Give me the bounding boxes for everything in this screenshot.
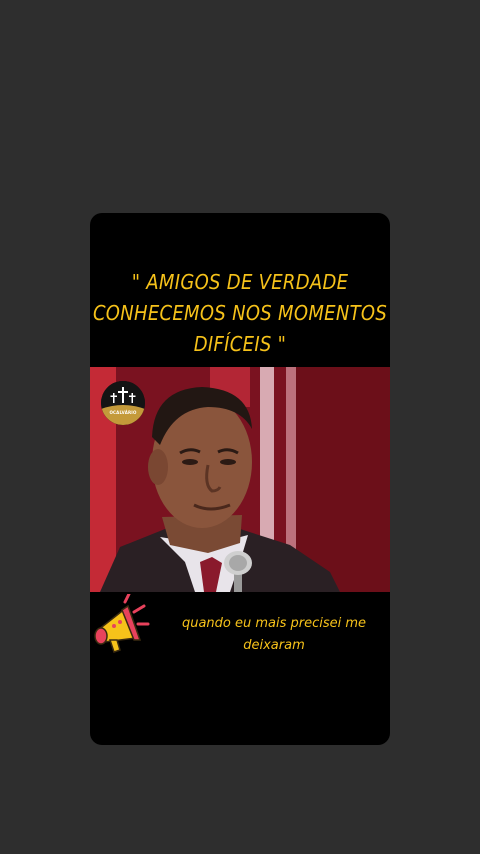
story-viewer: " AMIGOS DE VERDADE CONHECEMOS NOS MOMEN… xyxy=(0,0,480,854)
quote-line-1: " AMIGOS DE VERDADE xyxy=(131,270,349,294)
caption-line-1: quando eu mais precisei me xyxy=(181,616,367,631)
megaphone-icon xyxy=(94,594,150,653)
cross-icon xyxy=(101,381,145,425)
quote-line-3: DIFÍCEIS " xyxy=(193,332,287,356)
video-frame[interactable]: OCALVÁRIO xyxy=(90,367,390,592)
caption-line-2: deixaram xyxy=(243,638,305,653)
story-card[interactable]: " AMIGOS DE VERDADE CONHECEMOS NOS MOMEN… xyxy=(90,213,390,745)
logo-text: OCALVÁRIO xyxy=(109,410,137,415)
quote-line-2: CONHECEMOS NOS MOMENTOS xyxy=(92,301,388,325)
subtitle-caption: quando eu mais precisei me deixaram xyxy=(174,613,374,657)
quote-title: " AMIGOS DE VERDADE CONHECEMOS NOS MOMEN… xyxy=(90,267,390,360)
channel-logo: OCALVÁRIO xyxy=(101,381,145,425)
